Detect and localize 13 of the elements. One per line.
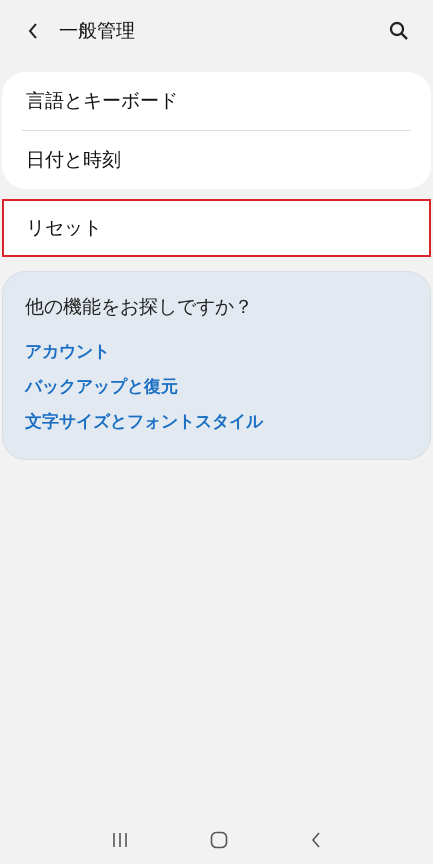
- search-icon[interactable]: [389, 21, 409, 41]
- suggestion-title: 他の機能をお探しですか？: [25, 295, 253, 320]
- back-icon[interactable]: [27, 22, 39, 40]
- back-icon[interactable]: [310, 831, 322, 849]
- suggestion-link[interactable]: 文字サイズとフォントスタイル: [25, 410, 263, 433]
- page-title: 一般管理: [59, 19, 136, 44]
- suggestion-link[interactable]: バックアップと復元: [25, 375, 178, 398]
- settings-item[interactable]: リセット: [2, 199, 431, 257]
- settings-item[interactable]: 言語とキーボード: [22, 72, 411, 130]
- suggestion-link[interactable]: アカウント: [25, 340, 110, 363]
- recent-apps-icon[interactable]: [110, 832, 129, 848]
- home-icon[interactable]: [210, 831, 228, 849]
- settings-item[interactable]: 日付と時刻: [22, 130, 411, 189]
